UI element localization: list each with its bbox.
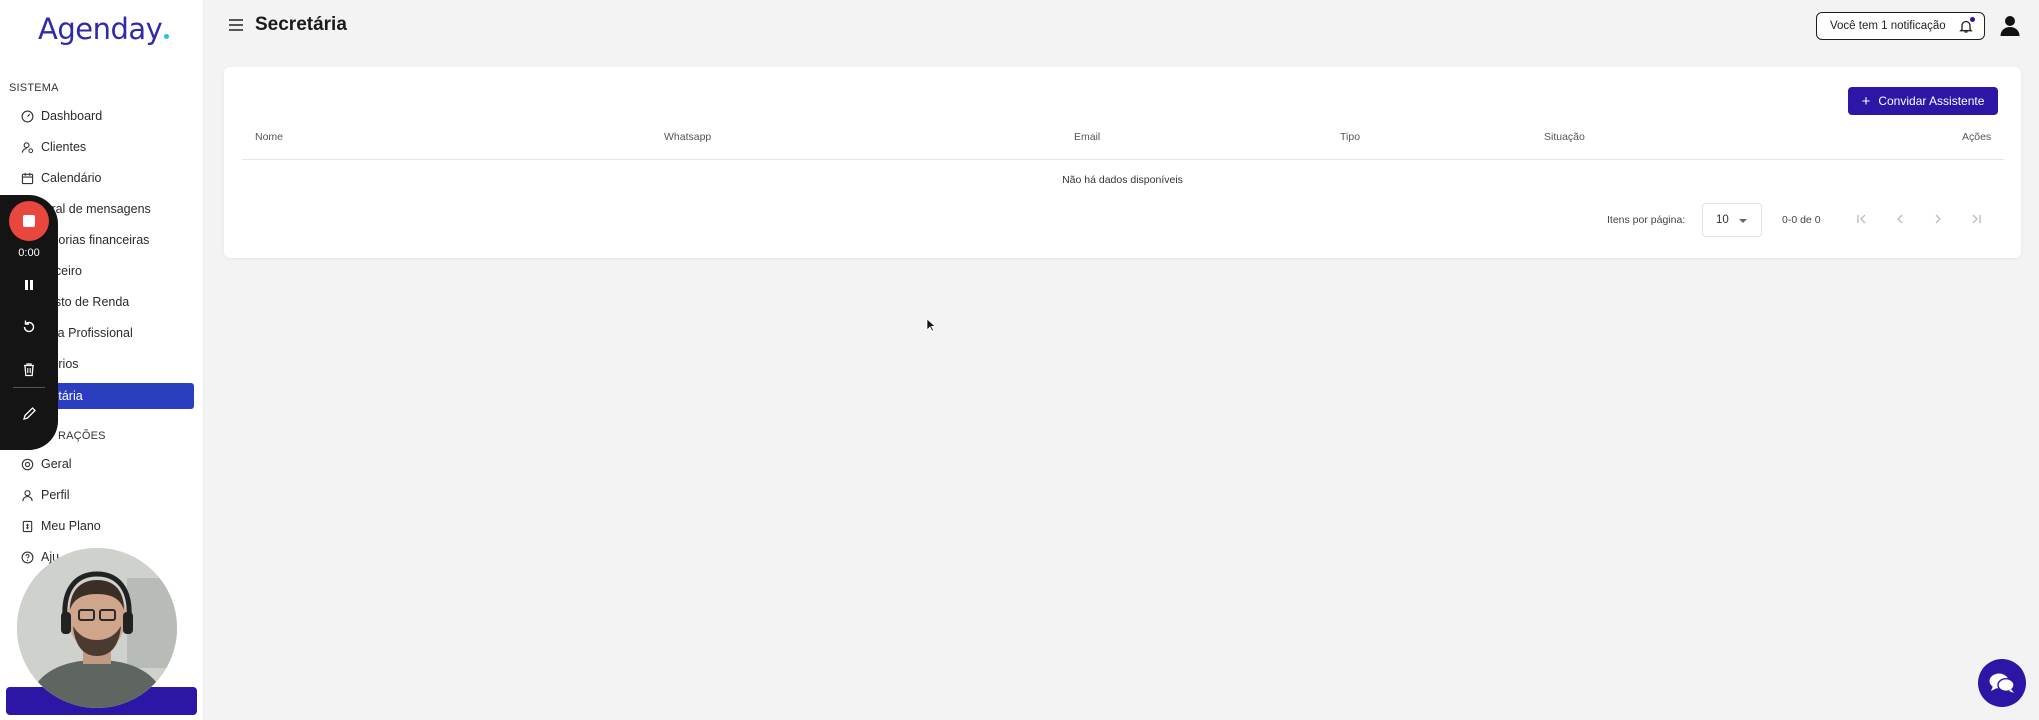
sidebar-item-label: Meu Plano (41, 519, 101, 533)
stop-recording-button[interactable] (9, 201, 49, 241)
pencil-icon (22, 406, 36, 420)
chevron-left-icon (1897, 214, 1903, 224)
previous-page-button[interactable] (1893, 212, 1907, 226)
notifications-label: Você tem 1 notificação (1830, 20, 1946, 32)
notifications-button[interactable]: Você tem 1 notificação (1816, 12, 1985, 40)
sidebar-item-calendario[interactable]: Calendário (8, 165, 194, 191)
pause-icon (25, 280, 33, 290)
pause-button[interactable] (19, 275, 39, 295)
chat-bubbles-icon (1989, 673, 2015, 693)
sidebar-item-meu-plano[interactable]: Meu Plano (8, 513, 194, 539)
hamburger-menu-icon[interactable] (228, 18, 244, 32)
webcam-preview[interactable] (17, 548, 177, 708)
items-per-page-label: Itens por página: (1607, 214, 1686, 226)
column-header-acoes: Ações (1962, 131, 1992, 143)
help-icon (20, 550, 34, 564)
first-page-icon (1857, 214, 1866, 224)
invite-assistant-label: Convidar Assistente (1878, 94, 1985, 108)
plus-icon: + (1861, 92, 1871, 110)
calendar-icon (20, 171, 34, 185)
column-header-tipo[interactable]: Tipo (1340, 131, 1360, 143)
profile-icon (20, 488, 34, 502)
section-label-system: SISTEMA (9, 82, 59, 94)
restart-button[interactable] (19, 317, 39, 337)
pagination-range: 0-0 de 0 (1782, 214, 1821, 226)
column-header-email[interactable]: Email (1074, 131, 1100, 143)
user-account-icon[interactable] (1999, 14, 2021, 36)
person-webcam-image (17, 548, 177, 708)
sidebar-item-label: Geral (41, 457, 72, 471)
sidebar-item-perfil[interactable]: Perfil (8, 482, 194, 508)
mouse-cursor-icon (926, 318, 936, 332)
app-logo[interactable]: Agenday (38, 12, 170, 46)
restart-icon (23, 320, 35, 333)
items-per-page-select[interactable]: 10 (1702, 203, 1762, 237)
sidebar-item-geral[interactable]: Geral (8, 451, 194, 477)
plan-icon (20, 519, 34, 533)
invite-assistant-button[interactable]: + Convidar Assistente (1848, 87, 1998, 115)
section-label-settings: RAÇÕES (58, 430, 106, 442)
column-header-whatsapp[interactable]: Whatsapp (664, 131, 711, 143)
assistants-card: + Convidar Assistente Nome Whatsapp Emai… (224, 67, 2021, 258)
trash-icon (24, 362, 34, 376)
delete-recording-button[interactable] (19, 359, 39, 379)
chevron-down-icon (1739, 219, 1747, 223)
items-per-page-value: 10 (1716, 214, 1729, 226)
table-header-divider (242, 159, 2004, 160)
clients-icon (20, 140, 34, 154)
first-page-button[interactable] (1855, 212, 1869, 226)
sidebar-item-label: Clientes (41, 140, 87, 154)
dashboard-icon (20, 109, 34, 123)
sidebar-item-label: Dashboard (41, 109, 103, 123)
last-page-icon (1972, 214, 1981, 224)
notification-dot (1970, 17, 1975, 22)
sidebar-item-clientes[interactable]: Clientes (8, 134, 194, 160)
sidebar-item-label: Perfil (41, 488, 70, 502)
chevron-right-icon (1935, 214, 1941, 224)
sidebar-item-label: Calendário (41, 171, 102, 185)
screen-recorder-toolbar: 0:00 (0, 195, 58, 450)
next-page-button[interactable] (1931, 212, 1945, 226)
recording-timer: 0:00 (18, 247, 40, 259)
sidebar-item-dashboard[interactable]: Dashboard (8, 103, 194, 129)
settings-icon (20, 457, 34, 471)
top-header: Secretária Você tem 1 notificação (204, 0, 2039, 52)
stop-icon (23, 215, 35, 227)
chat-support-button[interactable] (1978, 659, 2026, 707)
toolbar-divider (13, 387, 45, 388)
page-title: Secretária (255, 14, 347, 35)
empty-table-message: Não há dados disponíveis (1062, 174, 1183, 186)
draw-button[interactable] (19, 403, 39, 423)
column-header-nome[interactable]: Nome (255, 131, 283, 143)
last-page-button[interactable] (1969, 212, 1983, 226)
sidebar-item-label: ntral de mensagens (41, 202, 151, 216)
column-header-situacao[interactable]: Situação (1544, 131, 1585, 143)
